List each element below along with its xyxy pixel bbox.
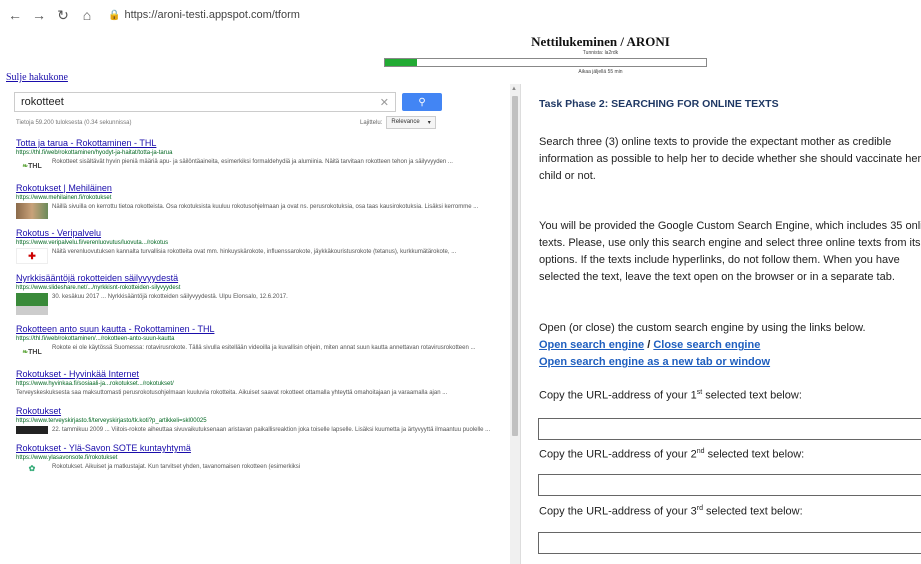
address-url[interactable]: https://aroni-testi.appspot.com/tform (124, 9, 299, 21)
clear-icon[interactable]: ✕ (380, 96, 389, 109)
result-url: https://www.slideshare.net/.../nyrkkisnt… (16, 285, 181, 291)
close-search-link[interactable]: Sulje hakukone (6, 72, 68, 83)
list-item: Rokotukset | Mehiläinen https://www.mehi… (16, 183, 496, 219)
task-heading: Task Phase 2: SEARCHING FOR ONLINE TEXTS (539, 98, 779, 110)
results-info: Tietoja 59.200 tuloksesta (0.34 sekunnis… (16, 120, 132, 126)
search-engine-links: Open search engine / Close search engine (539, 339, 760, 351)
thl-logo: ❧ THL (22, 348, 42, 357)
thl-logo: ❧ THL (22, 162, 42, 171)
results-list: Totta ja tarua - Rokottaminen - THL http… (16, 138, 496, 482)
result-title[interactable]: Rokotukset | Mehiläinen (16, 183, 496, 194)
result-url: https://www.mehilainen.fi/rokotukset (16, 195, 112, 201)
forward-arrow-icon[interactable]: → (30, 6, 48, 24)
lock-icon: 🔒 (108, 9, 121, 21)
list-item: Rokotukset - Hyvinkää Internet https://w… (16, 369, 496, 397)
result-thumbnail: ✚ (16, 248, 48, 264)
app-title: Nettilukeminen / ARONI (531, 34, 670, 49)
result-url: https://www.hyvinkaa.fi/sosiaali-ja...ro… (16, 381, 174, 387)
result-url: https://www.ylasavonsote.fi/rokotukset (16, 455, 118, 461)
result-snippet: Näillä sivuilla on kerrottu tietoa rokot… (52, 204, 479, 210)
result-title[interactable]: Rokotukset - Hyvinkää Internet (16, 369, 496, 380)
copy-label-3: Copy the URL-address of your 3rd selecte… (539, 505, 803, 518)
back-arrow-icon[interactable]: ← (6, 6, 24, 24)
search-input[interactable]: rokotteet ✕ (14, 92, 396, 112)
address-bar[interactable]: 🔒 https://aroni-testi.appspot.com/tform (108, 9, 300, 21)
list-item: Rokotukset - Ylä-Savon SOTE kuntayhtymä … (16, 443, 496, 473)
open-new-tab-link[interactable]: Open search engine as a new tab or windo… (539, 356, 770, 368)
url-field-2[interactable] (538, 474, 921, 496)
time-left-label: Aikaa jäljellä 55 min (578, 69, 623, 75)
result-url: https://thl.fi/web/rokottaminen/hyodyt-j… (16, 150, 173, 156)
task-paragraph-2: You will be provided the Google Custom S… (539, 220, 921, 283)
result-title[interactable]: Rokotukset (16, 406, 496, 417)
result-snippet: 22. tammikuu 2009 ... Viitois-rokote aih… (52, 427, 491, 433)
result-title[interactable]: Rokotus - Veripalvelu (16, 228, 496, 239)
browser-toolbar: ← → ↻ ⌂ 🔒 https://aroni-testi.appspot.co… (0, 0, 921, 30)
task-pane: Task Phase 2: SEARCHING FOR ONLINE TEXTS… (520, 84, 921, 564)
home-icon[interactable]: ⌂ (78, 6, 96, 24)
search-row: rokotteet ✕ ⚲ (14, 92, 442, 112)
result-thumbnail (16, 293, 48, 315)
sort-control: Lajittelu: Relevance ▾ (360, 116, 436, 129)
search-query: rokotteet (21, 96, 64, 108)
list-item: Totta ja tarua - Rokottaminen - THL http… (16, 138, 496, 174)
progress-fill (385, 59, 418, 66)
search-button[interactable]: ⚲ (402, 93, 442, 111)
result-url: https://www.terveyskirjasto.fi/terveyski… (16, 418, 207, 424)
result-snippet: Rokotteet sisältävät hyvin pieniä määriä… (52, 159, 453, 165)
search-pane: rokotteet ✕ ⚲ Tietoja 59.200 tuloksesta … (0, 84, 520, 564)
task-paragraph-1: Search three (3) online texts to provide… (539, 136, 921, 182)
link-separator: / (644, 339, 654, 351)
copy-label-2: Copy the URL-address of your 2nd selecte… (539, 448, 805, 461)
copy-label-1: Copy the URL-address of your 1st selecte… (539, 389, 802, 402)
result-url: https://www.veripalvelu.fi/verenluovutus… (16, 240, 169, 246)
close-search-engine-link[interactable]: Close search engine (653, 339, 760, 351)
scroll-up-icon[interactable]: ▲ (511, 86, 517, 92)
sort-value: Relevance (391, 119, 420, 125)
result-snippet: Näitä verenluovutuksen kannalta turvalli… (52, 249, 457, 255)
result-snippet: 30. kesäkuu 2017 ... Nyrkkisääntöjä roko… (52, 294, 288, 300)
list-item: Rokotukset https://www.terveyskirjasto.f… (16, 406, 496, 434)
sort-label: Lajittelu: (360, 119, 383, 126)
url-field-3[interactable] (538, 532, 921, 554)
list-item: Nyrkkisääntöjä rokotteiden säilyvyydestä… (16, 273, 496, 315)
reload-icon[interactable]: ↻ (54, 6, 72, 24)
list-item: Rokotteen anto suun kautta - Rokottamine… (16, 324, 496, 360)
list-item: Rokotus - Veripalvelu https://www.veripa… (16, 228, 496, 264)
result-snippet: Rokotukset. Aikuiset ja matkustajat. Kun… (52, 464, 301, 470)
search-icon: ⚲ (418, 96, 426, 108)
result-snippet: Terveyskeskuksesta saa maksuttomasti per… (16, 390, 448, 396)
result-snippet: Rokote ei ole käytössä Suomessa: rotavir… (52, 345, 476, 351)
result-title[interactable]: Nyrkkisääntöjä rokotteiden säilyvyydestä (16, 273, 496, 284)
result-title[interactable]: Totta ja tarua - Rokottaminen - THL (16, 138, 496, 149)
result-thumbnail: ✿ (28, 463, 36, 473)
result-title[interactable]: Rokotteen anto suun kautta - Rokottamine… (16, 324, 496, 335)
scrollbar-thumb[interactable] (512, 96, 518, 436)
result-title[interactable]: Rokotukset - Ylä-Savon SOTE kuntayhtymä (16, 443, 496, 454)
result-thumbnail (16, 203, 48, 219)
username-label: Tunnista: la2rdk (582, 50, 619, 56)
result-url: https://thl.fi/web/rokottaminen/.../roko… (16, 336, 175, 342)
open-search-engine-link[interactable]: Open search engine (539, 339, 644, 351)
url-field-1[interactable] (538, 418, 921, 440)
task-paragraph-3: Open (or close) the custom search engine… (539, 322, 866, 334)
result-thumbnail (16, 426, 48, 434)
sort-select[interactable]: Relevance ▾ (386, 116, 436, 129)
chevron-down-icon: ▾ (427, 120, 431, 126)
time-progress-bar (384, 58, 707, 67)
